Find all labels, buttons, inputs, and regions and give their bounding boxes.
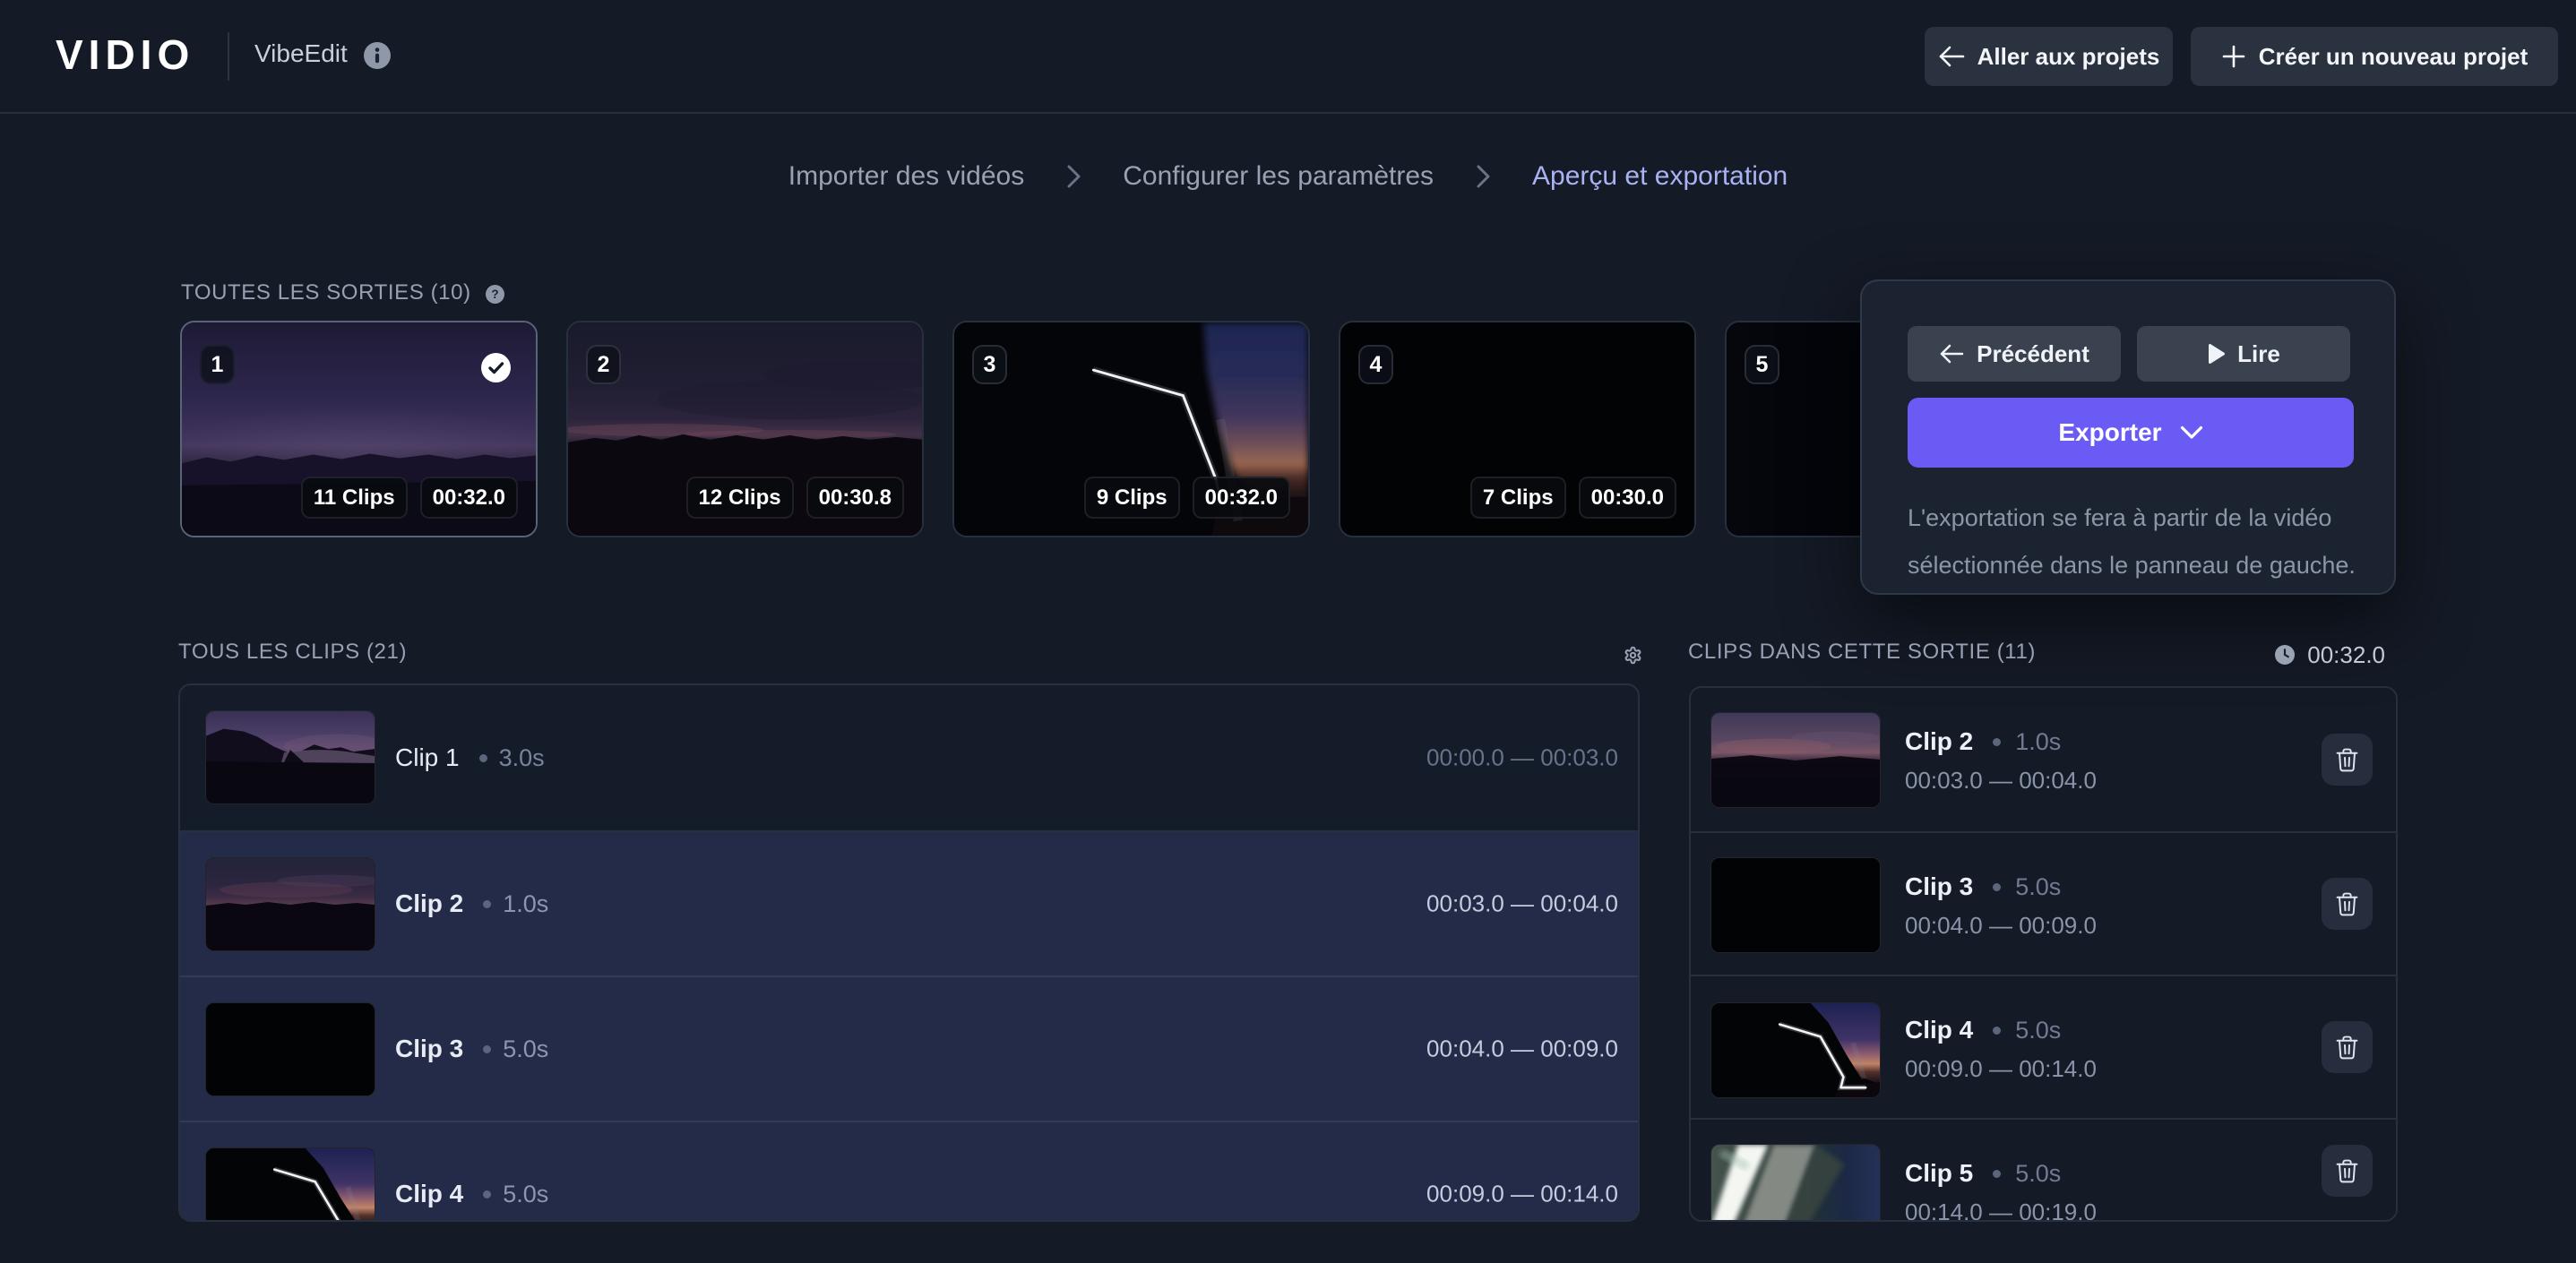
- svg-text:?: ?: [491, 288, 498, 301]
